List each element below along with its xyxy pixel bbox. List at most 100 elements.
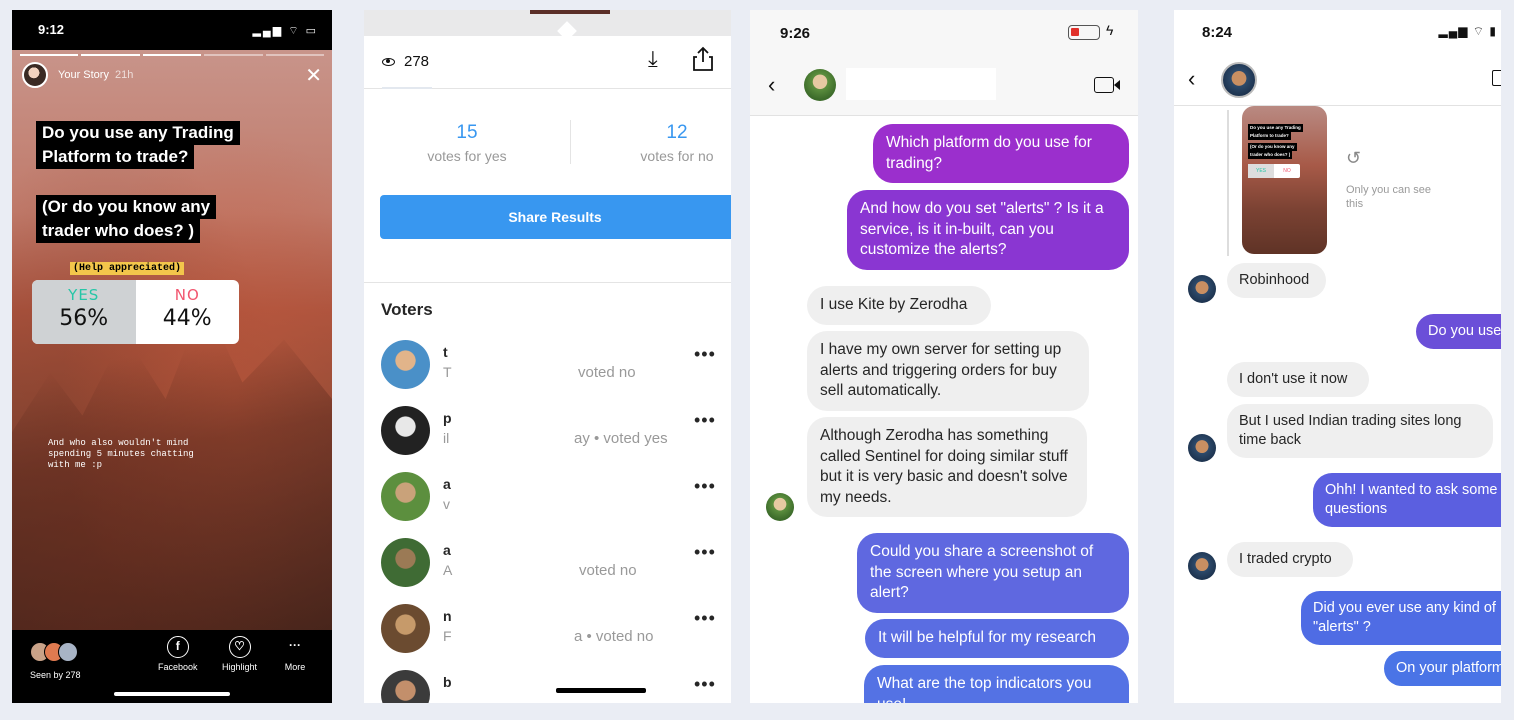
direct-message-thread-1: 9:26 ϟ ‹ Which platform do you use for t… [750, 10, 1138, 703]
close-icon[interactable]: ✕ [305, 66, 322, 86]
seen-by-avatars[interactable] [30, 642, 78, 662]
facebook-button[interactable]: f Facebook [158, 636, 198, 672]
received-message[interactable]: I use Kite by Zerodha [807, 286, 991, 325]
received-message[interactable]: I don't use it now [1227, 362, 1369, 397]
views-count[interactable]: 278 [382, 53, 429, 70]
highlight-icon: ♡ [228, 636, 251, 658]
story-reply-thumbnail[interactable]: Do you use any Trading Platform to trade… [1242, 106, 1327, 254]
no-votes-stat: 12 votes for no [622, 122, 731, 164]
question-line-2: Platform to trade? [36, 145, 195, 169]
highlight-label: Highlight [222, 662, 258, 672]
voter-row[interactable]: b ••• [381, 670, 731, 703]
highlight-button[interactable]: ♡ Highlight [222, 636, 257, 672]
received-message[interactable]: Although Zerodha has something called Se… [807, 417, 1087, 517]
avatar[interactable] [381, 472, 430, 521]
status-bar: 9:26 ϟ [750, 10, 1138, 58]
sent-message[interactable]: Do you use [1416, 314, 1501, 349]
voter-username[interactable]: a [443, 476, 451, 492]
avatar[interactable] [381, 604, 430, 653]
download-icon[interactable]: ⤓ [648, 46, 658, 72]
progress-segment [20, 54, 79, 56]
username-redacted[interactable] [1262, 62, 1408, 94]
more-icon[interactable]: ••• [694, 476, 716, 497]
username-redacted[interactable] [846, 68, 996, 100]
sent-message[interactable]: Could you share a screenshot of the scre… [857, 533, 1129, 613]
voter-username[interactable]: p [443, 410, 452, 426]
sent-message[interactable]: What are the top indicators you use! [864, 665, 1129, 703]
voter-row[interactable]: nFa • voted no ••• [381, 604, 731, 656]
no-label: votes for no [640, 148, 714, 164]
voter-row[interactable]: a v ••• [381, 472, 731, 524]
voter-name: A [443, 562, 453, 578]
voter-row[interactable]: p il ay • voted yes ••• [381, 406, 731, 458]
seen-by-label[interactable]: Seen by 278 [30, 670, 81, 680]
avatar[interactable] [1188, 552, 1216, 580]
avatar[interactable] [804, 69, 836, 101]
sent-message[interactable]: Ohh! I wanted to ask some questions [1313, 473, 1501, 527]
more-icon[interactable]: ••• [694, 542, 716, 563]
story-progress [20, 54, 325, 56]
sent-message[interactable]: It will be helpful for my research [865, 619, 1129, 658]
sent-message[interactable]: Did you ever use any kind of "alerts" ? [1301, 591, 1501, 645]
video-call-icon[interactable] [1094, 77, 1120, 93]
story-owner[interactable]: Your Story [58, 69, 109, 81]
yes-count: 15 [456, 122, 478, 143]
yes-label: votes for yes [427, 148, 507, 164]
thumb-poll: YES NO [1248, 164, 1300, 178]
voter-row[interactable]: t Tvoted no ••• [381, 340, 731, 392]
more-button[interactable]: ··· More [284, 636, 306, 672]
sent-message[interactable]: Which platform do you use for trading? [873, 124, 1129, 183]
avatar[interactable] [381, 340, 430, 389]
share-results-button[interactable]: Share Results [380, 195, 731, 239]
received-message[interactable]: I traded crypto [1227, 542, 1353, 577]
avatar[interactable] [1221, 62, 1257, 98]
voter-name: T [443, 364, 452, 380]
avatar[interactable] [22, 62, 48, 88]
poll-no-percent: 44% [162, 306, 212, 331]
sent-message[interactable]: On your platform [1384, 651, 1501, 686]
avatar[interactable] [766, 493, 794, 521]
voter-username[interactable]: n [443, 608, 452, 624]
video-call-icon[interactable] [1492, 70, 1501, 86]
received-message[interactable]: But I used Indian trading sites long tim… [1227, 404, 1493, 458]
progress-segment [204, 54, 263, 56]
chat-header: ‹ [750, 58, 1138, 116]
back-icon[interactable]: ‹ [1188, 66, 1195, 92]
more-icon[interactable]: ••• [694, 410, 716, 431]
voter-vote: voted no [579, 562, 637, 579]
voter-name: il [443, 430, 450, 446]
received-message[interactable]: Robinhood [1227, 263, 1326, 298]
story-thumbnail[interactable] [530, 10, 610, 14]
more-icon[interactable]: ••• [694, 608, 716, 629]
voter-username[interactable]: b [443, 674, 452, 690]
status-icons: ▂▄▆ ⌔ ▮ [1438, 24, 1497, 38]
thumb-poll-no: NO [1283, 168, 1291, 174]
poll-option-yes[interactable]: YES 56% [32, 280, 136, 344]
subquestion-line-1: (Or do you know any [36, 195, 217, 219]
avatar[interactable] [381, 670, 430, 703]
status-time: 9:12 [38, 22, 65, 37]
divider [364, 282, 731, 283]
status-icons: ▂▄▆ ⌔ ▭ [252, 25, 318, 37]
avatar[interactable] [1188, 275, 1216, 303]
facebook-label: Facebook [158, 662, 198, 672]
story-header[interactable]: Your Story 21h [22, 62, 133, 88]
avatar[interactable] [381, 538, 430, 587]
more-icon[interactable]: ••• [694, 674, 716, 695]
history-icon: ↺ [1346, 148, 1362, 168]
share-icon[interactable] [692, 46, 714, 72]
poll-option-no[interactable]: NO 44% [136, 280, 240, 344]
status-time: 9:26 [780, 25, 811, 42]
voter-username[interactable]: a [443, 542, 451, 558]
received-message[interactable]: I have my own server for setting up aler… [807, 331, 1089, 411]
redaction-bar [556, 688, 646, 693]
sent-message[interactable]: And how do you set "alerts" ? Is it a se… [847, 190, 1129, 270]
back-icon[interactable]: ‹ [768, 72, 775, 98]
avatar[interactable] [1188, 434, 1216, 462]
avatar[interactable] [381, 406, 430, 455]
voter-vote: ay • voted yes [574, 430, 668, 447]
voter-row[interactable]: a Avoted no ••• [381, 538, 731, 590]
more-icon[interactable]: ••• [694, 344, 716, 365]
voter-username[interactable]: t [443, 344, 448, 360]
poll-sticker[interactable]: YES 56% NO 44% [32, 280, 239, 344]
